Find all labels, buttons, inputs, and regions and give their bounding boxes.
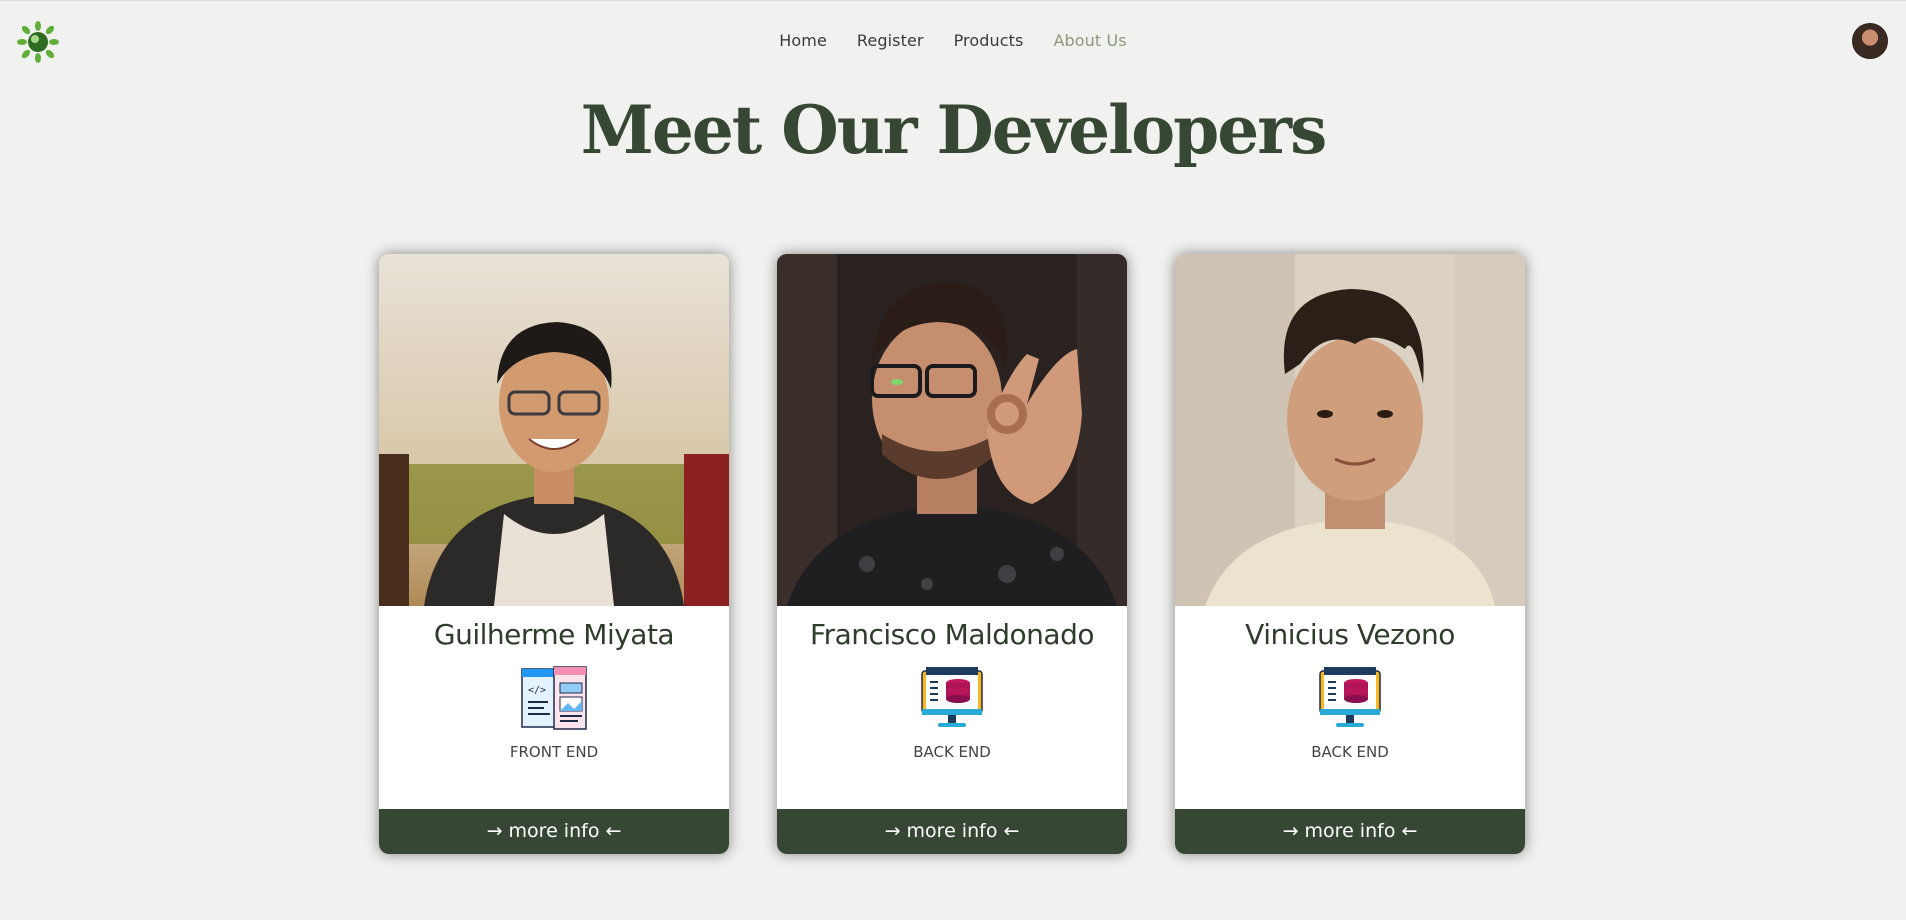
developer-photo — [777, 254, 1127, 606]
developer-card: Guilherme Miyata </> FRONT END → more in… — [379, 254, 729, 854]
developer-name: Francisco Maldonado — [810, 618, 1094, 651]
main-nav: Home Register Products About Us — [0, 31, 1906, 50]
database-monitor-icon — [921, 667, 983, 727]
nav-register[interactable]: Register — [857, 31, 924, 50]
developer-role: BACK END — [1311, 743, 1389, 761]
more-info-button[interactable]: → more info ← — [379, 809, 729, 854]
developer-card: Vinicius Vezono BACK END → more info ← — [1175, 254, 1525, 854]
database-monitor-icon — [1319, 667, 1381, 727]
more-info-button[interactable]: → more info ← — [1175, 809, 1525, 854]
developer-role: FRONT END — [509, 743, 599, 761]
developer-card: Francisco Maldonado BACK END → more info… — [777, 254, 1127, 854]
developer-name: Guilherme Miyata — [433, 618, 675, 651]
developer-photo — [379, 254, 729, 606]
user-avatar[interactable] — [1852, 23, 1888, 59]
page-title: Meet Our Developers — [580, 91, 1327, 169]
developer-photo — [1175, 254, 1525, 606]
frontend-code-icon: </> — [521, 666, 587, 730]
nav-home[interactable]: Home — [779, 31, 827, 50]
developer-cards: Guilherme Miyata </> FRONT END → more in… — [379, 254, 1525, 854]
svg-text:</>: </> — [528, 685, 546, 696]
more-info-button[interactable]: → more info ← — [777, 809, 1127, 854]
nav-about-us[interactable]: About Us — [1053, 31, 1126, 50]
developer-name: Vinicius Vezono — [1245, 618, 1455, 651]
nav-products[interactable]: Products — [954, 31, 1024, 50]
developer-role: BACK END — [913, 743, 991, 761]
